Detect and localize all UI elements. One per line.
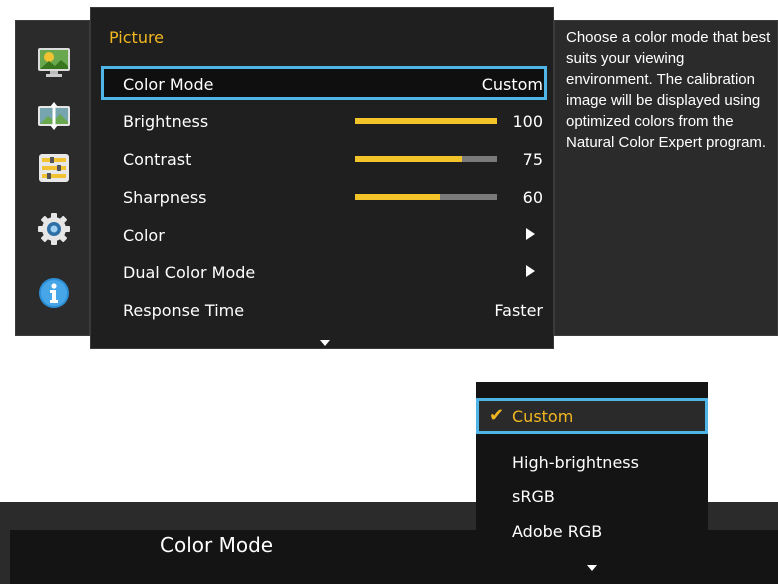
checkmark-icon: ✔	[489, 405, 505, 426]
submenu-arrow-icon	[526, 228, 535, 240]
menu-item-sharpness[interactable]: Sharpness 60	[101, 179, 547, 213]
menu-item-value: 75	[522, 150, 543, 169]
bottom-title: Color Mode	[160, 533, 274, 557]
category-sidebar	[15, 20, 90, 336]
menu-item-brightness[interactable]: Brightness 100	[101, 103, 547, 137]
system-gear-icon[interactable]	[37, 212, 71, 246]
dropdown-option-high-brightness[interactable]: High-brightness	[476, 444, 708, 480]
submenu-arrow-icon	[526, 265, 535, 277]
dropdown-option-custom[interactable]: ✔ Custom	[476, 398, 708, 434]
screen-size-icon[interactable]	[37, 100, 71, 134]
menu-item-response-time[interactable]: Response Time Faster	[101, 292, 547, 326]
dropdown-option-adobe-rgb[interactable]: Adobe RGB	[476, 513, 708, 549]
menu-item-value: Custom	[481, 75, 543, 94]
menu-item-label: Dual Color Mode	[123, 263, 256, 282]
menu-item-label: Color	[123, 226, 165, 245]
onscreen-display-icon[interactable]	[37, 151, 71, 185]
help-text: Choose a color mode that best suits your…	[566, 29, 771, 151]
menu-item-contrast[interactable]: Contrast 75	[101, 141, 547, 175]
menu-item-value: 60	[522, 188, 543, 207]
menu-item-value: 100	[512, 112, 543, 131]
menu-item-color-mode[interactable]: Color Mode Custom	[101, 66, 547, 100]
scroll-down-icon[interactable]	[587, 565, 597, 571]
menu-item-dual-color-mode[interactable]: Dual Color Mode	[101, 254, 547, 288]
dropdown-option-label: sRGB	[512, 487, 555, 506]
help-panel: Choose a color mode that best suits your…	[554, 20, 778, 336]
information-icon[interactable]	[37, 276, 71, 310]
sharpness-slider[interactable]	[355, 194, 497, 200]
slider-fill	[355, 156, 462, 162]
menu-item-label: Color Mode	[123, 75, 214, 94]
menu-item-label: Response Time	[123, 301, 245, 320]
menu-item-color[interactable]: Color	[101, 217, 547, 251]
dropdown-option-srgb[interactable]: sRGB	[476, 478, 708, 514]
color-mode-dropdown: ✔ Custom High-brightness sRGB Adobe RGB	[476, 382, 708, 584]
slider-fill	[355, 118, 497, 124]
contrast-slider[interactable]	[355, 156, 497, 162]
brightness-slider[interactable]	[355, 118, 497, 124]
menu-item-label: Contrast	[123, 150, 192, 169]
menu-title: Picture	[109, 28, 165, 47]
slider-fill	[355, 194, 441, 200]
scroll-down-icon[interactable]	[320, 340, 330, 346]
picture-menu-panel: Picture Color Mode Custom Brightness 100…	[90, 7, 554, 349]
dropdown-option-label: Custom	[512, 407, 574, 426]
menu-item-label: Sharpness	[123, 188, 207, 207]
dropdown-option-label: Adobe RGB	[512, 522, 603, 541]
dropdown-option-label: High-brightness	[512, 453, 639, 472]
menu-item-label: Brightness	[123, 112, 209, 131]
picture-icon[interactable]	[37, 45, 71, 79]
menu-item-value: Faster	[494, 301, 543, 320]
